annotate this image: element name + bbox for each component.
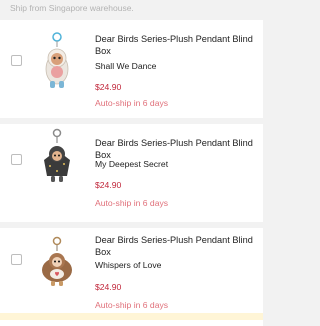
- auto-ship-text: Auto-ship in 6 days: [95, 300, 169, 310]
- item-title: Dear Birds Series-Plush Pendant Blind Bo…: [95, 235, 253, 257]
- item-select-checkbox[interactable]: [11, 154, 22, 165]
- item-select-checkbox[interactable]: [11, 55, 22, 66]
- item-price: $24.90: [95, 180, 122, 190]
- ship-notice-text: Ship from Singapore warehouse.: [10, 3, 134, 13]
- white-owl-plush-pendant-icon[interactable]: [34, 31, 80, 93]
- auto-ship-text: Auto-ship in 6 days: [95, 98, 169, 108]
- ship-notice: Ship from Singapore warehouse.: [0, 0, 263, 20]
- item-select-checkbox[interactable]: [11, 254, 22, 265]
- item-variant: Shall We Dance: [95, 61, 157, 71]
- promo-bar: [0, 313, 263, 320]
- cart-item: Dear Birds Series-Plush Pendant Blind Bo…: [0, 20, 263, 118]
- cart-item: Dear Birds Series-Plush Pendant Blind Bo…: [0, 124, 263, 222]
- item-price: $24.90: [95, 82, 122, 92]
- brown-owl-plush-pendant-icon[interactable]: [34, 236, 80, 298]
- black-bird-plush-pendant-icon[interactable]: [34, 128, 80, 190]
- item-title: Dear Birds Series-Plush Pendant Blind Bo…: [95, 34, 253, 56]
- item-variant: My Deepest Secret: [95, 159, 169, 169]
- item-price: $24.90: [95, 282, 122, 292]
- item-title: Dear Birds Series-Plush Pendant Blind Bo…: [95, 138, 253, 160]
- cart-item: Dear Birds Series-Plush Pendant Blind Bo…: [0, 228, 263, 326]
- item-variant: Whispers of Love: [95, 260, 162, 270]
- auto-ship-text: Auto-ship in 6 days: [95, 198, 169, 208]
